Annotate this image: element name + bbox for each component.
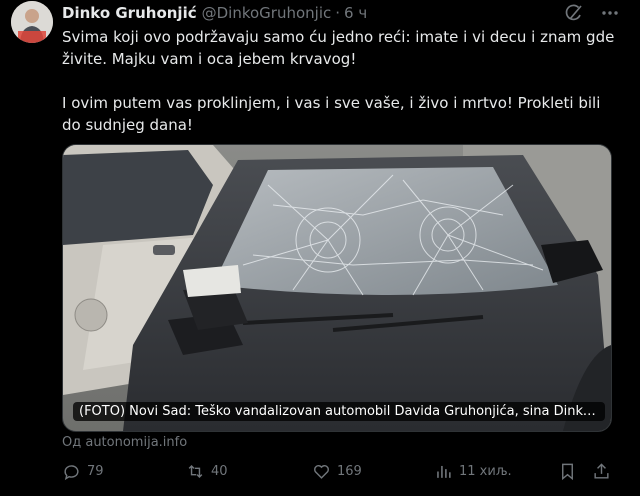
avatar[interactable] — [11, 1, 53, 43]
bookmark-button[interactable] — [558, 462, 577, 481]
author-handle[interactable]: @DinkoGruhonjic — [202, 4, 332, 22]
action-bar: 79 40 169 11 хиљ. — [62, 462, 618, 490]
views-icon — [437, 465, 451, 478]
more-icon[interactable] — [600, 3, 620, 27]
repost-button[interactable]: 40 — [186, 462, 228, 481]
card-image — [63, 145, 611, 431]
repost-icon — [188, 464, 203, 479]
views-button[interactable]: 11 хиљ. — [434, 462, 512, 481]
card-caption: (FOTO) Novi Sad: Teško vandalizovan auto… — [73, 402, 605, 421]
tweet-text: Svima koji ovo podržavaju samo ću jedno … — [62, 26, 622, 136]
separator-dot: · — [335, 4, 341, 22]
avatar-image — [11, 1, 53, 43]
tweet-time[interactable]: 6 ч — [344, 4, 367, 22]
reply-icon — [64, 465, 79, 481]
tweet-paragraph: Svima koji ovo podržavaju samo ću jedno … — [62, 28, 615, 68]
grok-icon[interactable] — [564, 3, 584, 27]
reply-button[interactable]: 79 — [62, 462, 104, 481]
share-icon — [594, 463, 609, 479]
author-name[interactable]: Dinko Gruhonjić — [62, 4, 197, 22]
like-count: 169 — [337, 464, 362, 479]
views-count: 11 хиљ. — [459, 464, 512, 479]
card-source[interactable]: Од autonomija.info — [62, 435, 187, 450]
reply-count: 79 — [87, 464, 104, 479]
repost-count: 40 — [211, 464, 228, 479]
tweet-paragraph: I ovim putem vas proklinjem, i vas i sve… — [62, 94, 601, 134]
like-icon — [314, 465, 329, 479]
bookmark-icon — [562, 463, 573, 481]
link-card[interactable]: (FOTO) Novi Sad: Teško vandalizovan auto… — [62, 144, 612, 432]
like-button[interactable]: 169 — [312, 462, 362, 481]
share-button[interactable] — [592, 462, 611, 481]
tweet-header: Dinko Gruhonjić @DinkoGruhonjic · 6 ч — [62, 3, 620, 23]
